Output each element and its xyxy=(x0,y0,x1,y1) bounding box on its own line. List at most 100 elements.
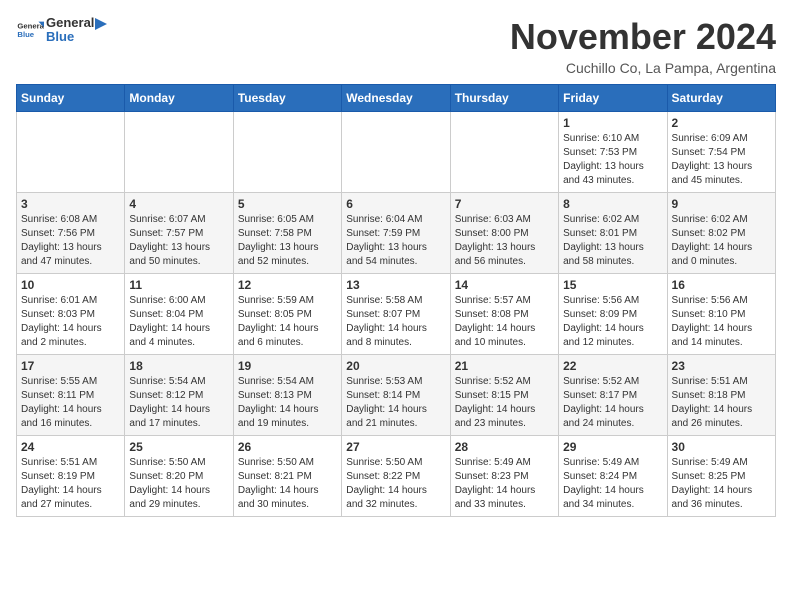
day-number: 18 xyxy=(129,359,228,373)
day-info: Sunrise: 5:59 AMSunset: 8:05 PMDaylight:… xyxy=(238,294,337,350)
day-number: 7 xyxy=(455,197,554,211)
day-number: 3 xyxy=(21,197,120,211)
calendar-week-5: 24Sunrise: 5:51 AMSunset: 8:19 PMDayligh… xyxy=(17,436,776,517)
calendar-cell: 3 Sunrise: 6:08 AMSunset: 7:56 PMDaylight… xyxy=(17,193,125,274)
logo-icon: General Blue xyxy=(16,16,44,44)
day-number: 17 xyxy=(21,359,120,373)
day-info: Sunrise: 5:58 AMSunset: 8:07 PMDaylight:… xyxy=(346,294,445,350)
calendar-cell: 16Sunrise: 5:56 AMSunset: 8:10 PMDayligh… xyxy=(667,274,775,355)
calendar-cell xyxy=(233,112,341,193)
day-number: 21 xyxy=(455,359,554,373)
calendar-cell: 1 Sunrise: 6:10 AMSunset: 7:53 PMDaylight… xyxy=(559,112,667,193)
day-number: 6 xyxy=(346,197,445,211)
day-info: Sunrise: 6:09 AMSunset: 7:54 PMDaylight:… xyxy=(672,132,771,188)
page-header: General Blue General Blue November 2024 … xyxy=(16,16,776,76)
calendar-body: 1 Sunrise: 6:10 AMSunset: 7:53 PMDaylight… xyxy=(17,112,776,517)
day-number: 28 xyxy=(455,440,554,454)
calendar-cell: 30Sunrise: 5:49 AMSunset: 8:25 PMDayligh… xyxy=(667,436,775,517)
calendar-cell: 7 Sunrise: 6:03 AMSunset: 8:00 PMDaylight… xyxy=(450,193,558,274)
calendar-cell: 28 Sunrise: 5:49 AMSunset: 8:23 PMDayligh… xyxy=(450,436,558,517)
calendar-cell: 10 Sunrise: 6:01 AMSunset: 8:03 PMDayligh… xyxy=(17,274,125,355)
calendar-week-1: 1 Sunrise: 6:10 AMSunset: 7:53 PMDaylight… xyxy=(17,112,776,193)
day-info: Sunrise: 6:10 AMSunset: 7:53 PMDaylight:… xyxy=(563,132,662,188)
calendar-week-2: 3 Sunrise: 6:08 AMSunset: 7:56 PMDaylight… xyxy=(17,193,776,274)
calendar-cell: 21 Sunrise: 5:52 AMSunset: 8:15 PMDayligh… xyxy=(450,355,558,436)
calendar-cell: 11Sunrise: 6:00 AMSunset: 8:04 PMDayligh… xyxy=(125,274,233,355)
day-info: Sunrise: 6:02 AMSunset: 8:01 PMDaylight:… xyxy=(563,213,662,269)
day-number: 8 xyxy=(563,197,662,211)
weekday-header-sunday: Sunday xyxy=(17,85,125,112)
day-info: Sunrise: 5:52 AMSunset: 8:15 PMDaylight:… xyxy=(455,375,554,431)
calendar-header-row: SundayMondayTuesdayWednesdayThursdayFrid… xyxy=(17,85,776,112)
calendar-cell: 6Sunrise: 6:04 AMSunset: 7:59 PMDaylight… xyxy=(342,193,450,274)
weekday-header-monday: Monday xyxy=(125,85,233,112)
calendar-cell: 14Sunrise: 5:57 AMSunset: 8:08 PMDayligh… xyxy=(450,274,558,355)
calendar-cell: 13 Sunrise: 5:58 AMSunset: 8:07 PMDayligh… xyxy=(342,274,450,355)
calendar-week-3: 10 Sunrise: 6:01 AMSunset: 8:03 PMDayligh… xyxy=(17,274,776,355)
calendar-table: SundayMondayTuesdayWednesdayThursdayFrid… xyxy=(16,84,776,517)
day-info: Sunrise: 6:01 AMSunset: 8:03 PMDaylight:… xyxy=(21,294,120,350)
day-info: Sunrise: 6:02 AMSunset: 8:02 PMDaylight:… xyxy=(672,213,771,269)
title-block: November 2024 Cuchillo Co, La Pampa, Arg… xyxy=(510,16,776,76)
day-number: 5 xyxy=(238,197,337,211)
calendar-cell: 18 Sunrise: 5:54 AMSunset: 8:12 PMDayligh… xyxy=(125,355,233,436)
day-number: 22 xyxy=(563,359,662,373)
day-number: 24 xyxy=(21,440,120,454)
weekday-header-friday: Friday xyxy=(559,85,667,112)
calendar-cell: 19 Sunrise: 5:54 AMSunset: 8:13 PMDayligh… xyxy=(233,355,341,436)
day-info: Sunrise: 6:03 AMSunset: 8:00 PMDaylight:… xyxy=(455,213,554,269)
calendar-cell: 27Sunrise: 5:50 AMSunset: 8:22 PMDayligh… xyxy=(342,436,450,517)
day-info: Sunrise: 6:08 AMSunset: 7:56 PMDaylight:… xyxy=(21,213,120,269)
calendar-cell: 29 Sunrise: 5:49 AMSunset: 8:24 PMDayligh… xyxy=(559,436,667,517)
calendar-cell: 17Sunrise: 5:55 AMSunset: 8:11 PMDayligh… xyxy=(17,355,125,436)
day-number: 2 xyxy=(672,116,771,130)
day-number: 29 xyxy=(563,440,662,454)
svg-text:Blue: Blue xyxy=(17,30,34,39)
calendar-week-4: 17Sunrise: 5:55 AMSunset: 8:11 PMDayligh… xyxy=(17,355,776,436)
day-info: Sunrise: 5:52 AMSunset: 8:17 PMDaylight:… xyxy=(563,375,662,431)
calendar-cell: 4Sunrise: 6:07 AMSunset: 7:57 PMDaylight… xyxy=(125,193,233,274)
day-info: Sunrise: 5:56 AMSunset: 8:10 PMDaylight:… xyxy=(672,294,771,350)
day-info: Sunrise: 5:57 AMSunset: 8:08 PMDaylight:… xyxy=(455,294,554,350)
day-info: Sunrise: 5:54 AMSunset: 8:12 PMDaylight:… xyxy=(129,375,228,431)
day-info: Sunrise: 5:49 AMSunset: 8:24 PMDaylight:… xyxy=(563,456,662,512)
calendar-cell xyxy=(17,112,125,193)
day-info: Sunrise: 5:50 AMSunset: 8:21 PMDaylight:… xyxy=(238,456,337,512)
day-number: 4 xyxy=(129,197,228,211)
calendar-cell: 22 Sunrise: 5:52 AMSunset: 8:17 PMDayligh… xyxy=(559,355,667,436)
month-title: November 2024 xyxy=(510,16,776,58)
weekday-header-tuesday: Tuesday xyxy=(233,85,341,112)
day-info: Sunrise: 5:50 AMSunset: 8:20 PMDaylight:… xyxy=(129,456,228,512)
calendar-cell xyxy=(450,112,558,193)
day-number: 19 xyxy=(238,359,337,373)
day-number: 30 xyxy=(672,440,771,454)
day-number: 9 xyxy=(672,197,771,211)
day-number: 13 xyxy=(346,278,445,292)
logo-blue-text: Blue xyxy=(46,30,94,44)
day-number: 20 xyxy=(346,359,445,373)
location: Cuchillo Co, La Pampa, Argentina xyxy=(510,60,776,76)
logo-flag-icon xyxy=(92,16,110,34)
calendar-cell: 25 Sunrise: 5:50 AMSunset: 8:20 PMDayligh… xyxy=(125,436,233,517)
day-info: Sunrise: 5:49 AMSunset: 8:23 PMDaylight:… xyxy=(455,456,554,512)
day-number: 10 xyxy=(21,278,120,292)
calendar-cell: 2 Sunrise: 6:09 AMSunset: 7:54 PMDaylight… xyxy=(667,112,775,193)
day-info: Sunrise: 6:05 AMSunset: 7:58 PMDaylight:… xyxy=(238,213,337,269)
day-info: Sunrise: 5:56 AMSunset: 8:09 PMDaylight:… xyxy=(563,294,662,350)
logo-general-text: General xyxy=(46,16,94,30)
calendar-cell: 9 Sunrise: 6:02 AMSunset: 8:02 PMDaylight… xyxy=(667,193,775,274)
calendar-cell: 8 Sunrise: 6:02 AMSunset: 8:01 PMDaylight… xyxy=(559,193,667,274)
day-number: 1 xyxy=(563,116,662,130)
calendar-cell: 23Sunrise: 5:51 AMSunset: 8:18 PMDayligh… xyxy=(667,355,775,436)
day-info: Sunrise: 5:54 AMSunset: 8:13 PMDaylight:… xyxy=(238,375,337,431)
calendar-cell xyxy=(125,112,233,193)
day-number: 25 xyxy=(129,440,228,454)
day-number: 23 xyxy=(672,359,771,373)
logo: General Blue General Blue xyxy=(16,16,110,45)
weekday-header-saturday: Saturday xyxy=(667,85,775,112)
day-number: 27 xyxy=(346,440,445,454)
calendar-cell: 26Sunrise: 5:50 AMSunset: 8:21 PMDayligh… xyxy=(233,436,341,517)
day-info: Sunrise: 5:53 AMSunset: 8:14 PMDaylight:… xyxy=(346,375,445,431)
calendar-cell: 15Sunrise: 5:56 AMSunset: 8:09 PMDayligh… xyxy=(559,274,667,355)
calendar-cell: 12Sunrise: 5:59 AMSunset: 8:05 PMDayligh… xyxy=(233,274,341,355)
